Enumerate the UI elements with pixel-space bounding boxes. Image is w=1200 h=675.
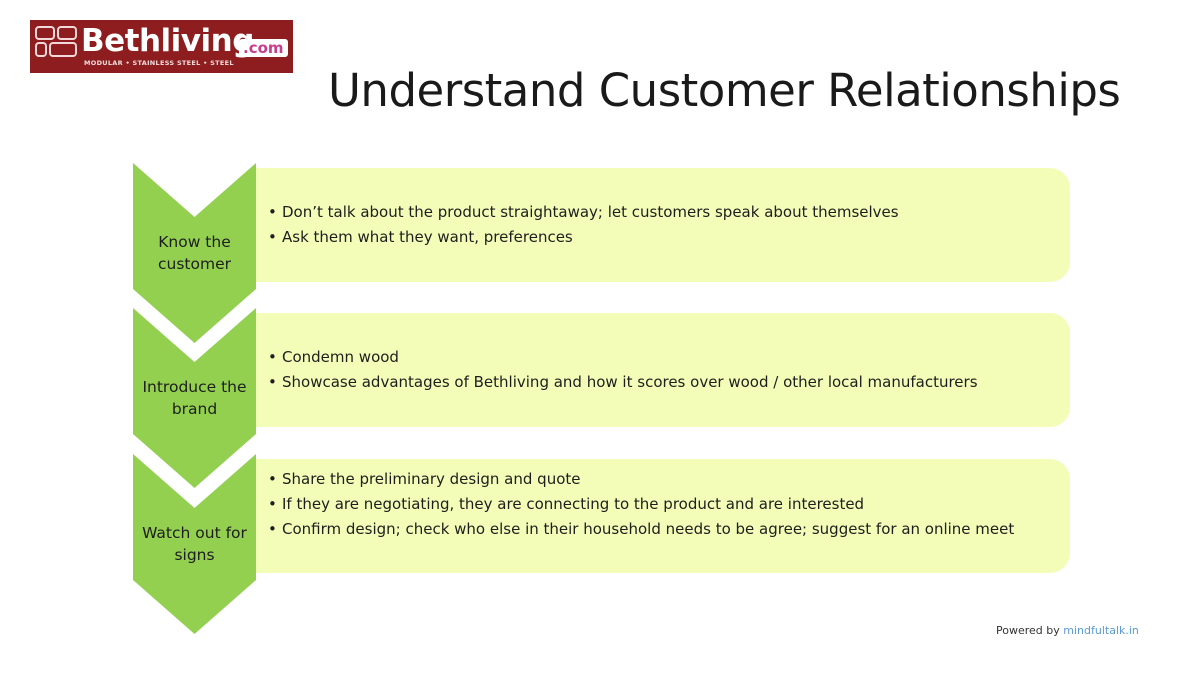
bethliving-logo: Bethliving .com MODULAR • STAINLESS STEE… <box>30 20 293 73</box>
logo-wordmark: Bethliving <box>81 23 254 59</box>
bullet-item: • Condemn wood <box>268 346 1058 368</box>
bullet-text: Showcase advantages of Bethliving and ho… <box>282 373 978 391</box>
bullet-icon: • <box>268 228 277 246</box>
bullet-item: • Ask them what they want, preferences <box>268 226 1058 248</box>
bullet-icon: • <box>268 470 277 488</box>
logo-domain: .com <box>239 39 288 57</box>
step-row: Watch out for signs • Share the prelimina… <box>0 454 1200 634</box>
powered-by-footer: Powered by mindfultalk.in <box>996 623 1139 639</box>
step-label: Watch out for signs <box>142 524 247 564</box>
bullet-icon: • <box>268 348 277 366</box>
step-label: Introduce the brand <box>142 378 247 418</box>
bullet-item: • Don’t talk about the product straightaw… <box>268 201 1058 223</box>
bullet-item: • Showcase advantages of Bethliving and h… <box>268 371 1058 393</box>
bullet-text: Share the preliminary design and quote <box>282 470 581 488</box>
slide-title: Understand Customer Relationships <box>328 64 1121 117</box>
bullet-icon: • <box>268 495 277 513</box>
bullet-icon: • <box>268 203 277 221</box>
bullet-list: • Condemn wood • Showcase advantages of Be… <box>268 346 1058 396</box>
bullet-list: • Don’t talk about the product straightaw… <box>268 201 1058 251</box>
logo-tagline: MODULAR • STAINLESS STEEL • STEEL <box>84 59 234 67</box>
bullet-icon: • <box>268 520 277 538</box>
slide: Bethliving .com MODULAR • STAINLESS STEE… <box>0 0 1200 675</box>
bullet-text: Condemn wood <box>282 348 399 366</box>
bullet-text: Don’t talk about the product straightawa… <box>282 203 899 221</box>
bullet-text: Ask them what they want, preferences <box>282 228 573 246</box>
bullet-icon: • <box>268 373 277 391</box>
bullet-list: • Share the preliminary design and quote … <box>268 468 1058 543</box>
mindfultalk-link[interactable]: mindfultalk.in <box>1063 624 1139 637</box>
bullet-text: Confirm design; check who else in their … <box>282 520 1015 538</box>
powered-by-text: Powered by <box>996 624 1060 637</box>
bullet-text: If they are negotiating, they are connec… <box>282 495 865 513</box>
bullet-item: • Share the preliminary design and quote <box>268 468 1058 490</box>
step-label: Know the customer <box>158 233 231 273</box>
bullet-item: • If they are negotiating, they are conne… <box>268 493 1058 515</box>
bullet-item: • Confirm design; check who else in their… <box>268 518 1058 540</box>
logo-tiles-icon <box>35 26 79 58</box>
